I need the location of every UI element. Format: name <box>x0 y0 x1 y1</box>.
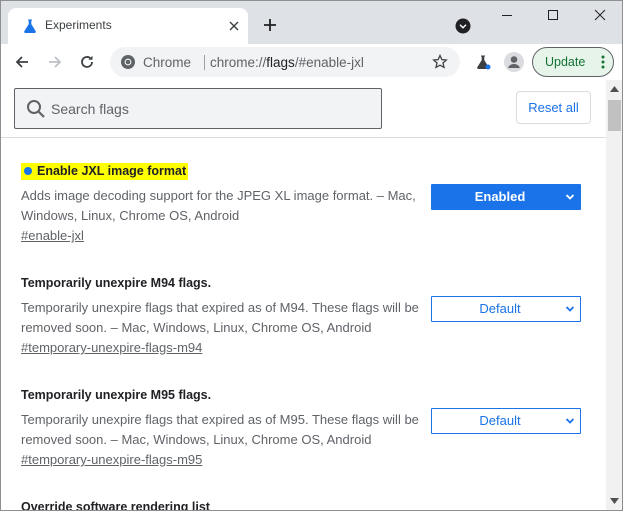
flask-icon <box>24 19 36 33</box>
scroll-up-icon[interactable] <box>610 86 619 92</box>
new-tab-icon[interactable] <box>262 17 278 33</box>
profile-button[interactable] <box>501 49 527 75</box>
flags-header: Reset all <box>0 80 606 138</box>
star-icon[interactable] <box>432 54 448 70</box>
url-host: flags <box>266 55 295 70</box>
close-icon[interactable] <box>226 18 242 34</box>
forward-button[interactable] <box>42 49 68 75</box>
search-box[interactable] <box>14 88 382 129</box>
chevron-down-icon <box>565 306 575 312</box>
flag-title: Override software rendering list <box>21 500 210 511</box>
scroll-down-icon[interactable] <box>610 498 619 504</box>
chevron-down-icon <box>565 418 575 424</box>
select-value: Enabled <box>474 189 526 204</box>
update-button[interactable]: Update <box>532 47 614 77</box>
page-scrollbar[interactable] <box>606 80 623 511</box>
flags-list: Enable JXL image format Adds image decod… <box>0 139 606 511</box>
update-label: Update <box>545 55 586 69</box>
flag-permalink[interactable]: #temporary-unexpire-flags-m95 <box>21 450 202 470</box>
select-value: Default <box>479 413 521 428</box>
url-separator <box>204 55 205 70</box>
minimize-button[interactable] <box>484 0 530 30</box>
url-text[interactable]: chrome://flags/#enable-jxl <box>210 55 364 70</box>
avatar-icon <box>504 52 524 72</box>
back-button[interactable] <box>9 49 35 75</box>
flag-item-enable-jxl: Enable JXL image format Adds image decod… <box>21 162 591 243</box>
flag-title-text: Enable JXL image format <box>37 164 187 178</box>
window-close-button[interactable] <box>577 0 623 30</box>
flag-item-unexpire-m95: Temporarily unexpire M95 flags. Temporar… <box>21 386 591 467</box>
flag-item-unexpire-m94: Temporarily unexpire M94 flags. Temporar… <box>21 274 591 355</box>
flag-permalink[interactable]: #temporary-unexpire-flags-m94 <box>21 338 202 358</box>
flag-title: Temporarily unexpire M94 flags. <box>21 276 212 290</box>
chevron-down-icon <box>565 194 575 200</box>
tab-search-icon[interactable] <box>455 18 471 34</box>
chrome-icon <box>121 55 135 69</box>
flask-icon <box>477 55 491 70</box>
address-bar[interactable]: Chrome chrome://flags/#enable-jxl <box>110 47 460 77</box>
experiments-button[interactable] <box>470 49 496 75</box>
search-icon <box>27 100 45 118</box>
flag-permalink[interactable]: #enable-jxl <box>21 226 84 246</box>
browser-toolbar: Chrome chrome://flags/#enable-jxl Update <box>0 44 623 80</box>
flag-state-select[interactable]: Default <box>431 296 581 322</box>
flag-title: Temporarily unexpire M95 flags. <box>21 388 212 402</box>
url-path: /#enable-jxl <box>294 55 364 70</box>
flag-state-select[interactable]: Enabled <box>431 184 581 210</box>
arrow-right-icon <box>49 56 62 68</box>
flag-description: Temporarily unexpire flags that expired … <box>21 300 419 335</box>
maximize-icon <box>548 10 558 20</box>
search-input[interactable] <box>51 90 371 127</box>
flag-state-select[interactable]: Default <box>431 408 581 434</box>
modified-dot-icon <box>24 167 32 175</box>
scrollbar-thumb[interactable] <box>608 100 621 131</box>
flag-item-override-software-rendering: Override software rendering list <box>21 498 591 511</box>
close-icon <box>594 9 606 21</box>
title-bar: Experiments <box>0 0 623 44</box>
minimize-icon <box>502 15 512 16</box>
select-value: Default <box>479 301 521 316</box>
flag-title: Enable JXL image format <box>21 163 189 180</box>
tab-experiments[interactable]: Experiments <box>8 8 248 44</box>
reset-all-button[interactable]: Reset all <box>516 91 591 124</box>
flag-description: Adds image decoding support for the JPEG… <box>21 188 416 223</box>
more-vert-icon <box>601 55 605 69</box>
maximize-button[interactable] <box>530 0 576 30</box>
url-scheme: chrome:// <box>210 55 267 70</box>
arrow-left-icon <box>15 56 28 68</box>
flag-description: Temporarily unexpire flags that expired … <box>21 412 419 447</box>
reload-icon <box>81 55 93 68</box>
tab-title: Experiments <box>45 18 112 32</box>
reload-button[interactable] <box>74 49 100 75</box>
site-chip: Chrome <box>143 55 192 70</box>
